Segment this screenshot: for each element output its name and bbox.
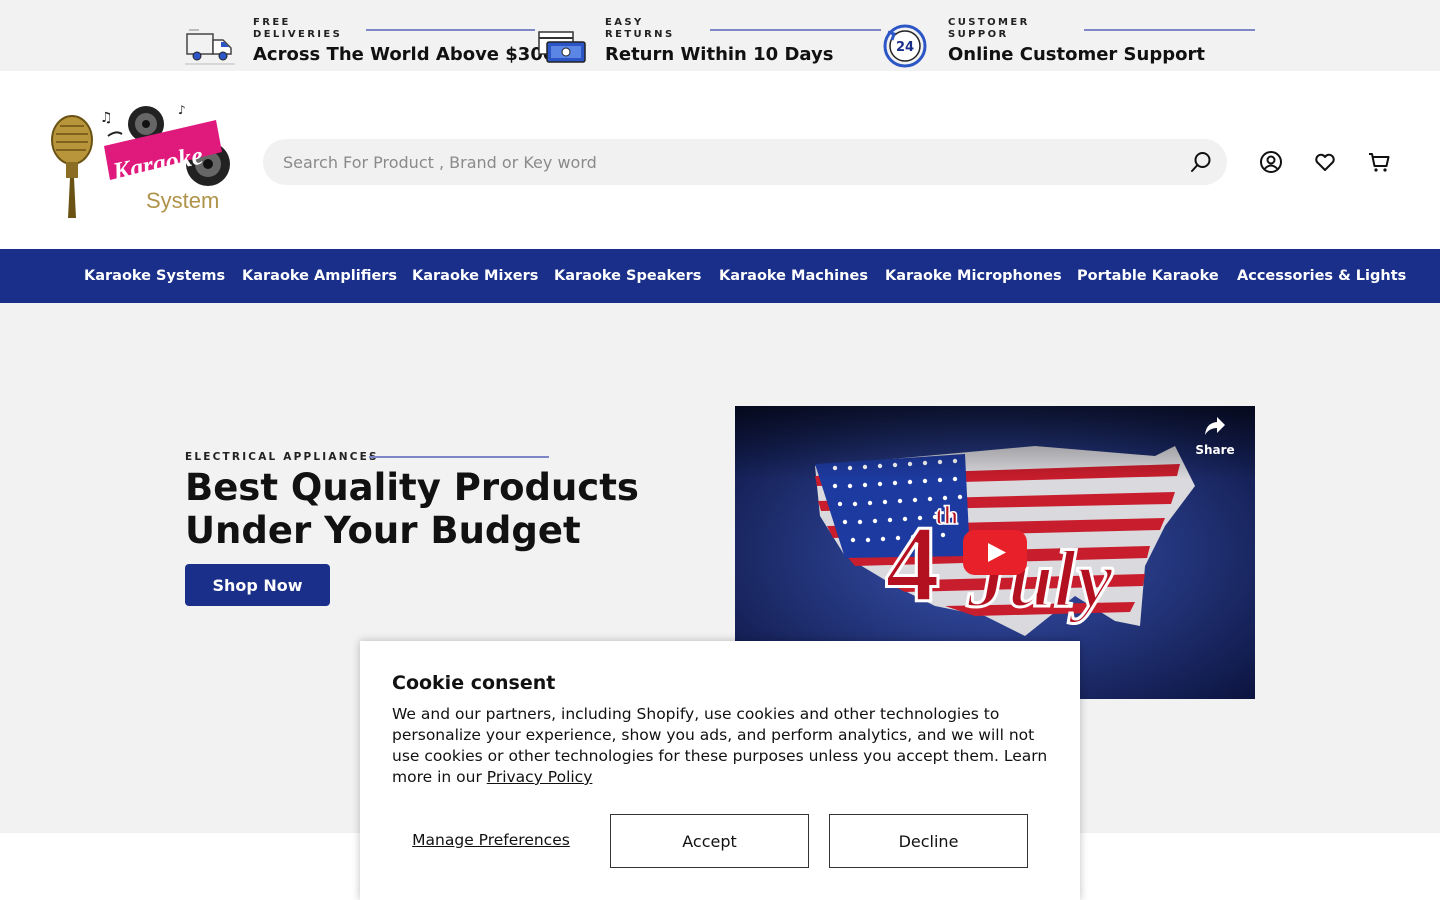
feature-customer-support: 24 CUSTOMER SUPPOR Online Customer Suppo… [880,14,1255,68]
features-bar: FREE DELIVERIES Across The World Above $… [0,0,1440,71]
svg-text:♪: ♪ [178,103,186,117]
nav-item-portable-karaoke[interactable]: Portable Karaoke [1077,249,1219,303]
account-icon[interactable] [1259,150,1283,174]
divider-line [1084,29,1255,31]
main-nav: Karaoke Systems Karaoke Amplifiers Karao… [0,249,1440,303]
hero-headline: Best Quality Products Under Your Budget [185,466,639,552]
search-icon[interactable] [1189,150,1213,174]
privacy-policy-link[interactable]: Privacy Policy [487,768,593,786]
feature-title: Online Customer Support [948,44,1205,65]
video-title-number: 4 [885,503,940,625]
accept-button[interactable]: Accept [610,814,809,868]
share-button[interactable]: Share [1190,415,1240,465]
nav-item-accessories-lights[interactable]: Accessories & Lights [1237,249,1406,303]
feature-title: Return Within 10 Days [605,44,834,65]
shop-now-button[interactable]: Shop Now [185,564,330,606]
feature-small-label: EASY RETURNS [605,17,675,40]
feature-small-label: CUSTOMER SUPPOR [948,17,1030,40]
cookie-title: Cookie consent [392,672,556,694]
delivery-truck-icon [185,29,235,65]
cookie-consent-dialog: Cookie consent We and our partners, incl… [360,641,1080,900]
divider-line [710,29,881,31]
nav-item-karaoke-amplifiers[interactable]: Karaoke Amplifiers [242,249,397,303]
money-return-icon [538,31,586,63]
search-input[interactable] [283,139,1163,185]
nav-item-karaoke-speakers[interactable]: Karaoke Speakers [554,249,701,303]
feature-easy-returns: EASY RETURNS Return Within 10 Days [537,14,882,68]
svg-text:♫: ♫ [100,110,113,126]
manage-preferences-button[interactable]: Manage Preferences [392,813,590,867]
nav-item-karaoke-mixers[interactable]: Karaoke Mixers [412,249,538,303]
divider-line [366,29,535,31]
support-badge-text: 24 [896,40,914,55]
cart-icon[interactable] [1367,150,1391,174]
video-title-suffix: th [935,501,959,530]
share-arrow-icon [1205,417,1225,435]
feature-title: Across The World Above $300 [253,44,556,65]
cookie-body: We and our partners, including Shopify, … [392,704,1052,788]
feature-small-label: FREE DELIVERIES [253,17,343,40]
divider-line [369,456,549,458]
share-label: Share [1195,443,1235,457]
logo-subtext: System [146,188,219,213]
nav-item-karaoke-microphones[interactable]: Karaoke Microphones [885,249,1062,303]
decline-button[interactable]: Decline [829,814,1028,868]
wishlist-heart-icon[interactable] [1313,150,1337,174]
feature-free-deliveries: FREE DELIVERIES Across The World Above $… [185,14,555,68]
hero-eyebrow: ELECTRICAL APPLIANCES [185,451,379,463]
youtube-play-icon[interactable] [963,530,1027,575]
nav-item-karaoke-machines[interactable]: Karaoke Machines [719,249,868,303]
search-bar [263,139,1227,185]
nav-item-karaoke-systems[interactable]: Karaoke Systems [84,249,225,303]
karaoke-system-logo[interactable]: ♫ ♪ Karaoke System [48,102,232,220]
support-24-icon: 24 [883,24,927,68]
